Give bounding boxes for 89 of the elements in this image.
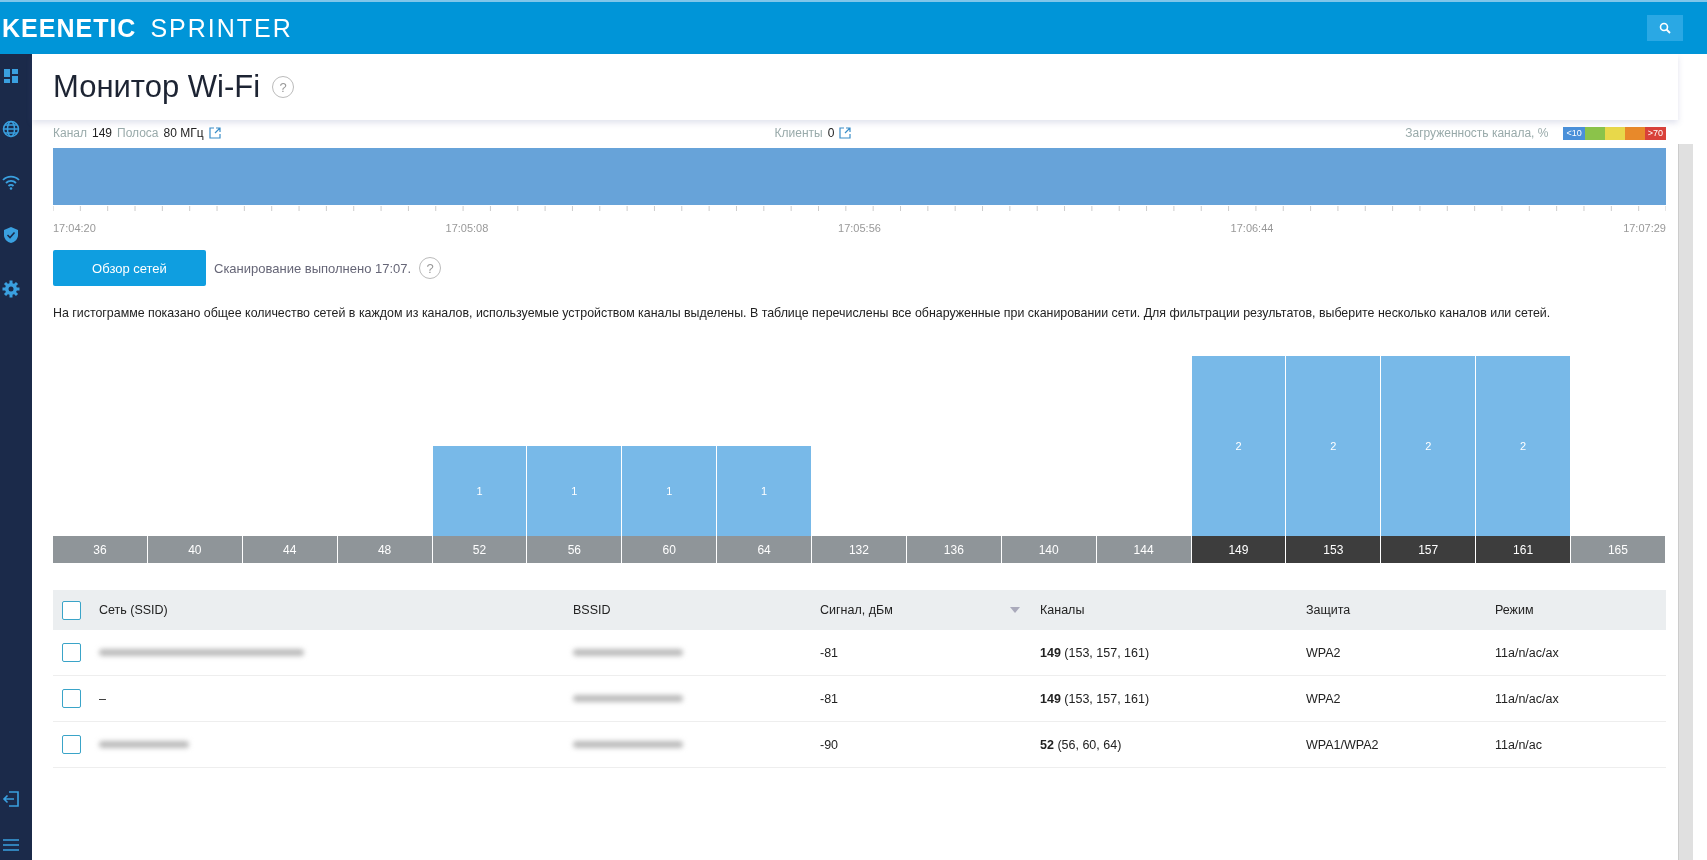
channel-label[interactable]: 161 bbox=[1476, 536, 1571, 563]
wifi-icon[interactable] bbox=[2, 174, 20, 190]
table-cell: WPA2 bbox=[1306, 691, 1341, 706]
table-cell: 52 (56, 60, 64) bbox=[1040, 737, 1122, 752]
logout-icon[interactable] bbox=[2, 790, 20, 808]
channel-value: 149 bbox=[91, 126, 112, 140]
histogram-bar[interactable]: 2 bbox=[1191, 356, 1286, 536]
channel-label[interactable]: 64 bbox=[717, 536, 812, 563]
table-cell: -81 bbox=[820, 691, 839, 706]
column-header[interactable]: BSSID bbox=[573, 603, 611, 617]
channel-label[interactable]: 136 bbox=[906, 536, 1002, 563]
bar-value: 2 bbox=[1330, 440, 1337, 452]
page-title: Монитор Wi-Fi bbox=[53, 69, 261, 105]
table-cell: – bbox=[99, 691, 106, 706]
table-cell: WPA2 bbox=[1306, 645, 1341, 660]
time-label: 17:05:56 bbox=[838, 222, 881, 234]
histogram-bar[interactable]: 2 bbox=[1476, 356, 1570, 536]
bar-value: 1 bbox=[476, 485, 483, 497]
scrollbar[interactable] bbox=[1678, 144, 1693, 860]
histogram-bar[interactable]: 2 bbox=[1286, 356, 1381, 536]
table-cell: -90 bbox=[820, 737, 839, 752]
column-header[interactable]: Режим bbox=[1495, 603, 1534, 617]
histogram-bar[interactable]: 2 bbox=[1381, 356, 1476, 536]
table-cell: WPA1/WPA2 bbox=[1306, 737, 1379, 752]
export-icon[interactable] bbox=[839, 127, 852, 139]
channel-label[interactable]: 60 bbox=[622, 536, 718, 563]
channel-label[interactable]: 144 bbox=[1096, 536, 1192, 563]
table-cell: 11a/n/ac/ax bbox=[1495, 645, 1559, 660]
scan-status: Сканирование выполнено 17:07. bbox=[214, 260, 412, 276]
histogram-bar[interactable]: 1 bbox=[527, 446, 622, 536]
legend-segment: >70 bbox=[1644, 126, 1666, 140]
search-button[interactable] bbox=[1647, 15, 1683, 41]
channel-label[interactable]: 157 bbox=[1381, 536, 1477, 563]
channel-label[interactable]: 132 bbox=[812, 536, 907, 563]
table-cell: 11a/n/ac bbox=[1495, 737, 1543, 752]
band-value: 80 МГц bbox=[163, 126, 204, 140]
time-label: 17:05:08 bbox=[445, 222, 489, 234]
column-header[interactable]: Защита bbox=[1306, 603, 1351, 617]
shield-icon[interactable] bbox=[3, 226, 19, 244]
table-cell: -81 bbox=[820, 645, 839, 660]
histogram-bar[interactable]: 1 bbox=[622, 446, 717, 536]
settings-icon[interactable] bbox=[2, 280, 20, 298]
legend-segment: <10 bbox=[1563, 126, 1585, 140]
bar-value: 1 bbox=[571, 485, 578, 497]
column-header[interactable]: Сигнал, дБм bbox=[820, 603, 893, 617]
bar-value: 1 bbox=[761, 485, 768, 497]
band-label: Полоса bbox=[117, 126, 159, 140]
description-text: На гистограмме показано общее количество сетей в каждом из каналов, используемые устройством каналы выделены. В таблице перечислены все обнаруженные при сканировании сети. Для фильтрации результатов, выберите несколько каналов или сетей. bbox=[53, 306, 1552, 320]
table-cell: 149 (153, 157, 161) bbox=[1040, 645, 1150, 660]
globe-icon[interactable] bbox=[2, 120, 20, 138]
load-label: Загруженность канала, % bbox=[1405, 126, 1549, 140]
channel-label[interactable]: 140 bbox=[1001, 536, 1097, 563]
channel-label[interactable]: 52 bbox=[432, 536, 528, 563]
column-header[interactable]: Каналы bbox=[1040, 603, 1085, 617]
histogram-bar[interactable]: 1 bbox=[717, 446, 811, 536]
row-checkbox[interactable] bbox=[62, 643, 81, 662]
channel-label[interactable]: 36 bbox=[53, 536, 148, 563]
select-all-checkbox[interactable] bbox=[62, 600, 81, 620]
channel-label[interactable]: 44 bbox=[242, 536, 338, 563]
row-checkbox[interactable] bbox=[62, 689, 81, 708]
column-header[interactable]: Сеть (SSID) bbox=[99, 603, 168, 617]
channel-label[interactable]: 48 bbox=[337, 536, 433, 563]
export-icon[interactable] bbox=[208, 127, 221, 139]
histogram-bar[interactable]: 1 bbox=[432, 446, 527, 536]
table-cell: 149 (153, 157, 161) bbox=[1040, 691, 1150, 706]
channel-label[interactable]: 40 bbox=[147, 536, 243, 563]
bar-value: 2 bbox=[1235, 440, 1242, 452]
clients-label: Клиенты bbox=[774, 126, 823, 140]
time-label: 17:06:44 bbox=[1230, 222, 1274, 234]
row-checkbox[interactable] bbox=[62, 735, 81, 754]
menu-icon[interactable] bbox=[2, 838, 20, 852]
scan-button[interactable]: Обзор сетей bbox=[53, 250, 206, 286]
search-icon bbox=[1659, 22, 1671, 34]
clients-value: 0 bbox=[827, 126, 835, 140]
dashboard-icon[interactable] bbox=[3, 68, 19, 84]
channel-label[interactable]: 56 bbox=[527, 536, 623, 563]
channel-label[interactable]: 165 bbox=[1571, 536, 1666, 563]
channel-label[interactable]: 153 bbox=[1286, 536, 1382, 563]
channel-label: Канал bbox=[53, 126, 87, 140]
channel-label[interactable]: 149 bbox=[1191, 536, 1287, 563]
table-cell: 11a/n/ac/ax bbox=[1495, 691, 1559, 706]
time-label: 17:04:20 bbox=[53, 222, 96, 234]
sort-icon[interactable] bbox=[1010, 607, 1020, 613]
brand-name: KEENETIC bbox=[2, 13, 137, 43]
bar-value: 2 bbox=[1425, 440, 1432, 452]
bar-value: 1 bbox=[666, 485, 673, 497]
bar-value: 2 bbox=[1520, 440, 1527, 452]
model-name: SPRINTER bbox=[150, 13, 293, 43]
time-label: 17:07:29 bbox=[1623, 222, 1666, 234]
